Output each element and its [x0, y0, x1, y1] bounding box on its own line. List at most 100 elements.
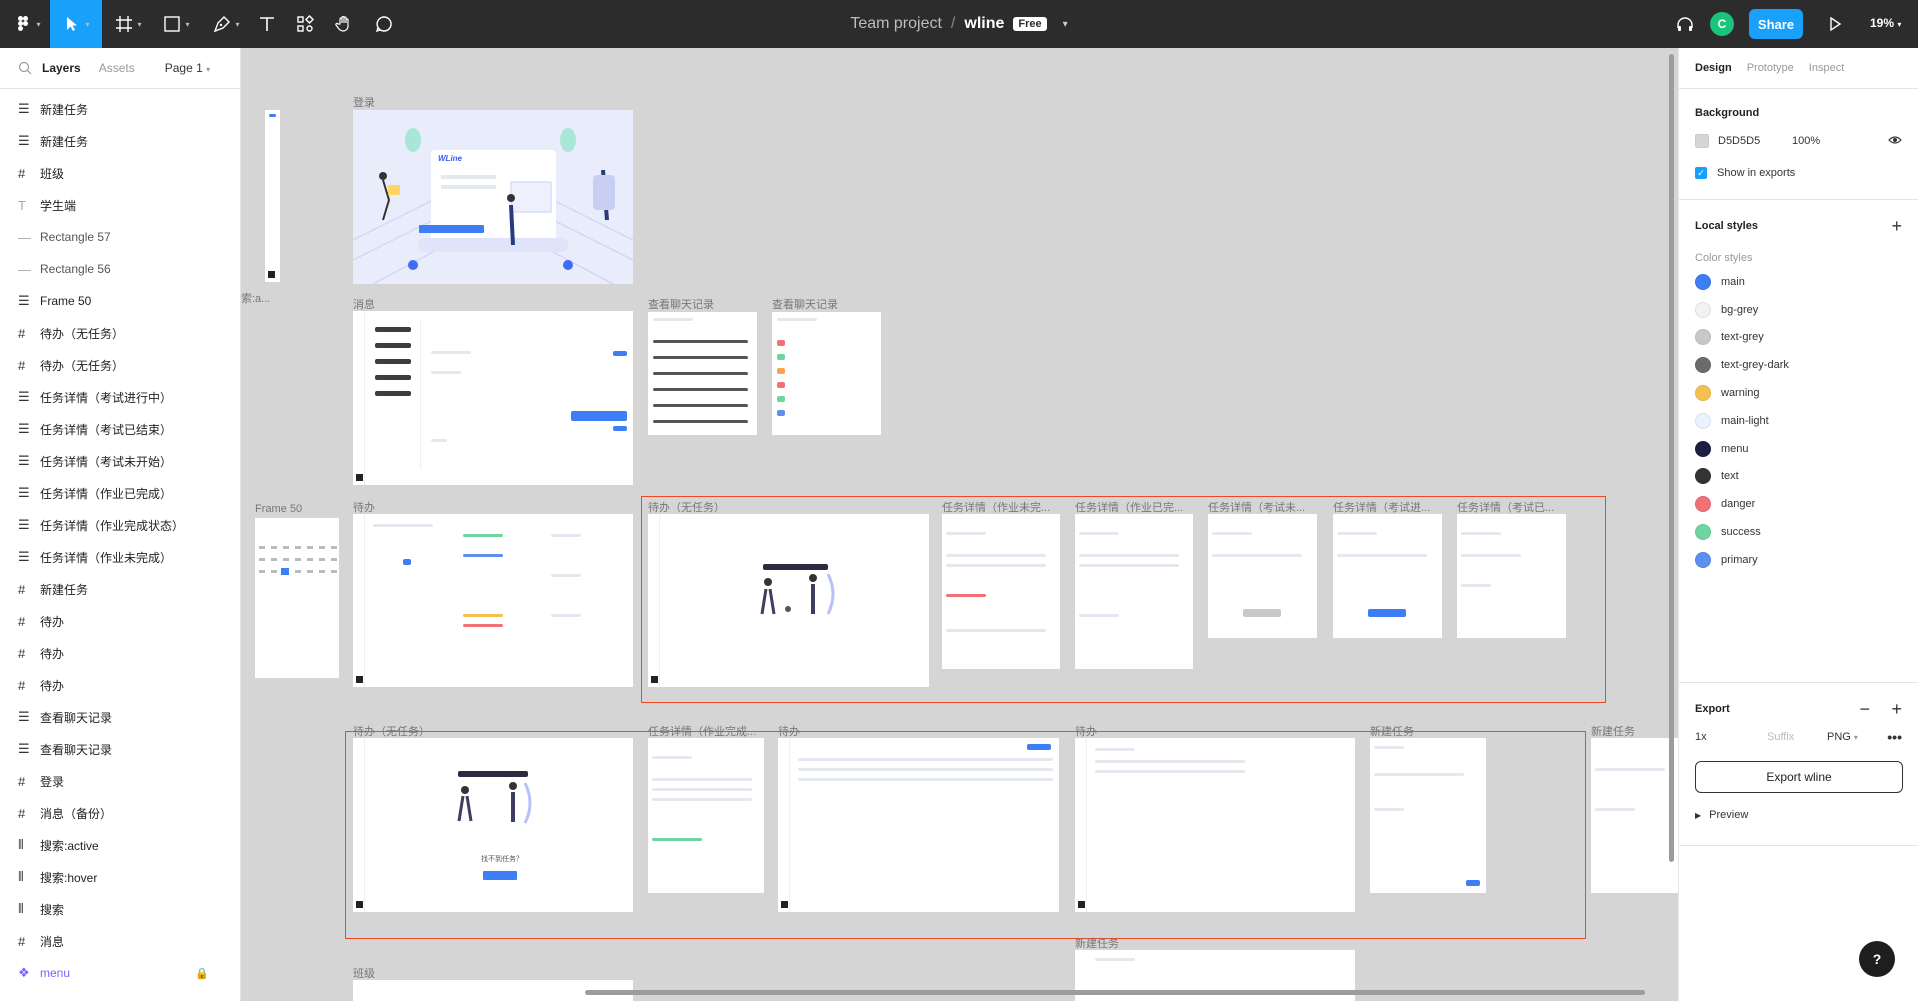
layer-item[interactable]: # 班级	[0, 157, 240, 189]
layer-item[interactable]: T 学生端	[0, 189, 240, 221]
layer-item[interactable]: ⦀ 搜索:hover	[0, 861, 240, 893]
frame-chat-2[interactable]	[772, 312, 881, 435]
layer-item[interactable]: ☰ 查看聊天记录	[0, 733, 240, 765]
layer-item[interactable]: # 待办（无任务）	[0, 349, 240, 381]
eye-icon[interactable]	[1888, 133, 1902, 150]
layer-item[interactable]: # 登录	[0, 765, 240, 797]
pen-tool-button[interactable]: ▾	[206, 0, 246, 48]
layer-item[interactable]: ☰ 任务详情（作业已完成）	[0, 477, 240, 509]
plus-icon[interactable]: +	[1891, 216, 1902, 237]
text-tool-button[interactable]	[252, 0, 282, 48]
layer-item[interactable]: # 新建任务	[0, 573, 240, 605]
color-style-item[interactable]: warning	[1695, 379, 1902, 407]
file-name[interactable]: wline	[964, 15, 1004, 33]
layer-item[interactable]: # 待办	[0, 605, 240, 637]
frame-chat-1[interactable]	[648, 312, 757, 435]
layer-item[interactable]: ☰ 任务详情（作业未完成）	[0, 541, 240, 573]
layer-item[interactable]: ☰ 新建任务	[0, 125, 240, 157]
plus-icon[interactable]: +	[1891, 699, 1902, 720]
chevron-down-icon[interactable]: ▾	[1063, 19, 1068, 30]
tab-design[interactable]: Design	[1695, 62, 1732, 74]
present-button[interactable]	[1820, 0, 1850, 48]
layer-item[interactable]: ❖ menu 🔒	[0, 957, 240, 989]
tab-layers[interactable]: Layers	[42, 61, 81, 75]
frame-detail-3[interactable]	[1208, 514, 1317, 638]
color-style-item[interactable]: danger	[1695, 490, 1902, 518]
layer-item[interactable]: — Rectangle 57	[0, 221, 240, 253]
avatar[interactable]: C	[1710, 12, 1734, 36]
color-style-item[interactable]: primary	[1695, 546, 1902, 574]
layer-item[interactable]: # 消息（备份）	[0, 797, 240, 829]
frame-tool-button[interactable]: ▾	[108, 0, 148, 48]
color-style-item[interactable]: main	[1695, 268, 1902, 296]
main-menu-button[interactable]: ▾	[8, 0, 46, 48]
export-format-select[interactable]: PNG ▾	[1827, 731, 1858, 743]
layer-item[interactable]: # 待办	[0, 637, 240, 669]
lock-icon[interactable]: 🔒	[195, 967, 209, 980]
more-icon[interactable]: •••	[1887, 729, 1902, 745]
help-button[interactable]: ?	[1859, 941, 1895, 977]
horizontal-scrollbar[interactable]	[585, 990, 1645, 995]
frame-todo-3[interactable]	[1075, 738, 1355, 912]
frame-todo[interactable]	[353, 514, 633, 687]
export-scale[interactable]: 1x	[1695, 731, 1767, 743]
minus-icon[interactable]: −	[1859, 699, 1870, 720]
canvas[interactable]: 索:a... 登录 WLine 消息 查看聊天记录 查看聊天记录 Frame 5…	[241, 48, 1678, 1001]
frame-todo-empty[interactable]	[648, 514, 929, 687]
checkbox-show-in-exports[interactable]: ✓	[1695, 167, 1707, 179]
search-icon[interactable]	[18, 61, 32, 75]
layer-item[interactable]: ⦀ 搜索:active	[0, 829, 240, 861]
layer-item[interactable]: ☰ Frame 50	[0, 285, 240, 317]
frame-new-task[interactable]	[1370, 738, 1486, 893]
menu-frame[interactable]	[265, 110, 280, 282]
frame-todo-empty-2[interactable]: 找不到任务？	[353, 738, 633, 912]
preview-row[interactable]: ▶ Preview	[1695, 799, 1902, 831]
color-style-item[interactable]: main-light	[1695, 407, 1902, 435]
frame-messages[interactable]	[353, 311, 633, 485]
color-style-item[interactable]: success	[1695, 518, 1902, 546]
layer-item[interactable]: ☰ 任务详情（作业完成状态）	[0, 509, 240, 541]
vertical-scrollbar[interactable]	[1669, 54, 1674, 862]
layer-item[interactable]: ☰ 任务详情（考试已结束）	[0, 413, 240, 445]
background-hex[interactable]: D5D5D5	[1718, 135, 1792, 147]
frame-login[interactable]: WLine	[353, 110, 633, 284]
share-button[interactable]: Share	[1749, 9, 1803, 39]
color-style-item[interactable]: text-grey-dark	[1695, 351, 1902, 379]
layer-item[interactable]: # 待办（无任务）	[0, 317, 240, 349]
frame-detail-5[interactable]	[1457, 514, 1566, 638]
tab-inspect[interactable]: Inspect	[1809, 62, 1844, 74]
frame-todo-2[interactable]	[778, 738, 1059, 912]
export-button[interactable]: Export wline	[1695, 761, 1903, 793]
layer-item[interactable]: ⦀ 搜索	[0, 893, 240, 925]
tab-prototype[interactable]: Prototype	[1747, 62, 1794, 74]
frame-detail-2[interactable]	[1075, 514, 1193, 669]
layer-item[interactable]: ☰ 任务详情（考试未开始）	[0, 445, 240, 477]
frame-detail-4[interactable]	[1333, 514, 1442, 638]
audio-button[interactable]	[1670, 0, 1700, 48]
layer-item[interactable]: ☰ 任务详情（考试进行中）	[0, 381, 240, 413]
move-tool-button[interactable]: ▾	[50, 0, 102, 48]
background-opacity[interactable]: 100%	[1792, 135, 1820, 147]
hand-tool-button[interactable]	[329, 0, 359, 48]
background-swatch[interactable]	[1695, 134, 1709, 148]
export-suffix-input[interactable]: Suffix	[1767, 731, 1827, 743]
frame-new-task-2[interactable]	[1591, 738, 1678, 893]
color-style-item[interactable]: menu	[1695, 435, 1902, 463]
layer-item[interactable]: # 待办	[0, 669, 240, 701]
layer-item[interactable]: ☰ 新建任务	[0, 93, 240, 125]
color-style-item[interactable]: text	[1695, 463, 1902, 491]
zoom-dropdown[interactable]: 19% ▾	[1870, 16, 1901, 30]
project-name[interactable]: Team project	[850, 15, 942, 33]
color-style-item[interactable]: text-grey	[1695, 324, 1902, 352]
resources-tool-button[interactable]	[290, 0, 320, 48]
shape-tool-button[interactable]: ▾	[156, 0, 196, 48]
frame-50[interactable]	[255, 518, 339, 678]
color-style-item[interactable]: bg-grey	[1695, 296, 1902, 324]
layer-item[interactable]: # 消息	[0, 925, 240, 957]
frame-detail-1[interactable]	[942, 514, 1060, 669]
tab-assets[interactable]: Assets	[99, 61, 135, 75]
layer-item[interactable]: ☰ 查看聊天记录	[0, 701, 240, 733]
page-selector[interactable]: Page 1 ▾	[165, 61, 210, 75]
frame-detail-6[interactable]	[648, 738, 764, 893]
comment-tool-button[interactable]	[369, 0, 399, 48]
